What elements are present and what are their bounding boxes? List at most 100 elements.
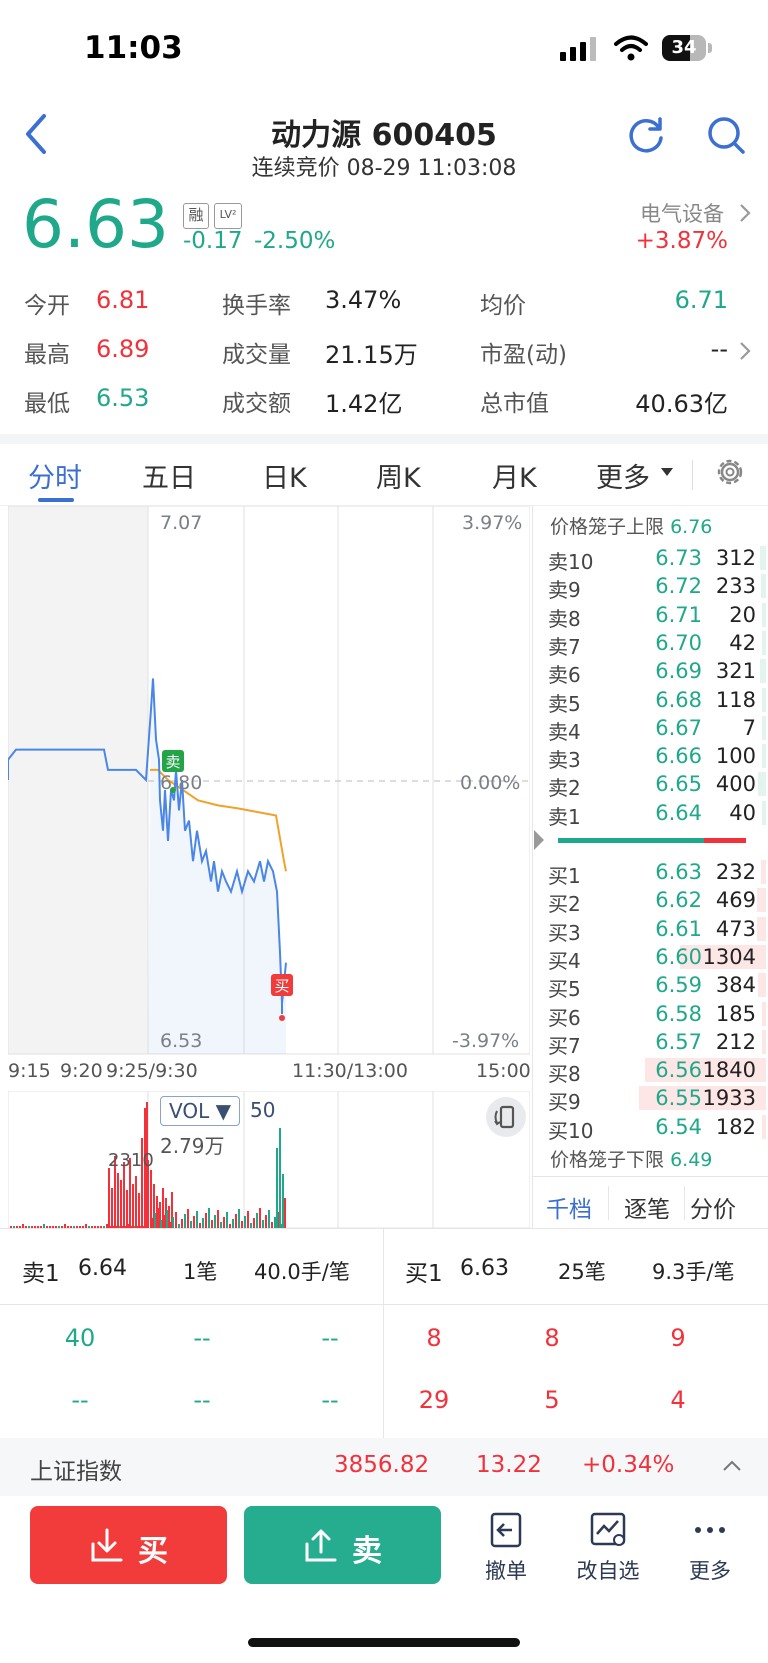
bid-row[interactable]: 买5 6.59 384 — [532, 971, 766, 1001]
bid-row[interactable]: 买8 6.56 1840 — [532, 1056, 766, 1086]
level-volume: 233 — [715, 574, 756, 599]
chevron-up-icon[interactable] — [722, 1458, 742, 1472]
stat-value: 1.42亿 — [325, 390, 403, 418]
stat-label: 最高 — [24, 342, 70, 368]
volume-bar — [762, 1114, 766, 1139]
edit-watchlist-button[interactable]: 改自选 — [568, 1510, 648, 1585]
stat-value: 3.47% — [325, 286, 402, 314]
level1-mid-divider — [0, 1304, 768, 1305]
level-label: 卖1 — [548, 804, 581, 829]
bid-row[interactable]: 买9 6.55 1933 — [532, 1084, 766, 1114]
search-icon[interactable] — [705, 114, 747, 156]
bid-row[interactable]: 买10 6.54 182 — [532, 1113, 766, 1143]
ask-row[interactable]: 卖4 6.67 7 — [532, 714, 766, 744]
orderbook-tab-separator — [684, 1186, 685, 1220]
gear-icon[interactable] — [712, 454, 748, 490]
volume-bar — [759, 659, 766, 684]
volume-max: 2310 — [108, 1150, 154, 1171]
time-axis-label: 9:25/9:30 — [106, 1060, 198, 1082]
ask-row[interactable]: 卖3 6.66 100 — [532, 742, 766, 773]
buy-button[interactable]: 买 — [30, 1506, 227, 1584]
level-label: 卖3 — [548, 748, 581, 773]
sell-button[interactable]: 卖 — [244, 1506, 441, 1584]
bid-row[interactable]: 买6 6.58 185 — [532, 1000, 766, 1030]
caret-down-icon[interactable] — [660, 467, 674, 477]
more-button[interactable]: 更多 — [670, 1510, 750, 1585]
level-price: 6.72 — [655, 574, 702, 599]
tab-4[interactable]: 月K — [492, 456, 537, 495]
tab-3[interactable]: 周K — [376, 456, 421, 495]
level-volume: 384 — [715, 973, 756, 998]
more-dots-icon — [695, 1527, 725, 1533]
level-volume: 185 — [715, 1001, 756, 1026]
industry-change-pct: +3.87% — [635, 228, 728, 254]
more-label: 更多 — [689, 1559, 731, 1583]
level-label: 卖2 — [548, 776, 581, 801]
level-volume: 20 — [729, 602, 756, 627]
ask-bid-ratio-red — [704, 838, 746, 843]
ask-row[interactable]: 卖5 6.68 118 — [532, 686, 766, 716]
level-price: 6.55 — [655, 1086, 702, 1111]
level-price: 6.69 — [655, 659, 702, 684]
volume-indicator-select[interactable]: VOL ▼ — [160, 1096, 240, 1126]
ask-row[interactable]: 卖6 6.69 321 — [532, 657, 766, 688]
level-volume: 1304 — [702, 944, 756, 969]
expand-orderbook-icon[interactable] — [532, 828, 546, 852]
volume-bar — [762, 630, 766, 655]
level-volume: 312 — [715, 546, 756, 570]
tab-2[interactable]: 日K — [262, 456, 307, 495]
stat-value: -- — [710, 335, 728, 363]
current-price: 6.63 — [22, 186, 169, 263]
tab-5[interactable]: 更多 — [596, 456, 650, 495]
ask-row[interactable]: 卖7 6.70 42 — [532, 629, 766, 659]
tab-1[interactable]: 五日 — [142, 456, 196, 495]
buy-queue-cell: 8 — [544, 1324, 560, 1352]
bid-row[interactable]: 买3 6.61 473 — [532, 915, 766, 945]
ask-row[interactable]: 卖1 6.64 40 — [532, 799, 766, 829]
rotate-landscape-button[interactable] — [486, 1097, 526, 1137]
section-divider — [0, 434, 768, 444]
level1-center-divider — [383, 1228, 384, 1438]
orderbook-tab-2[interactable]: 分价 — [690, 1190, 736, 1224]
buy-queue-cell: 9 — [670, 1324, 686, 1352]
level-label: 卖5 — [548, 691, 581, 716]
orderbook-tab-1[interactable]: 逐笔 — [624, 1190, 670, 1224]
bid-row[interactable]: 买7 6.57 212 — [532, 1028, 766, 1058]
level1-buy-avg: 9.3手/笔 — [652, 1260, 735, 1284]
buy-queue-cell: 29 — [418, 1386, 450, 1414]
tab-0[interactable]: 分时 — [28, 456, 82, 495]
level-volume: 321 — [715, 659, 756, 684]
industry-name[interactable]: 电气设备 — [640, 198, 724, 228]
wifi-icon — [614, 35, 648, 61]
stat-label: 成交量 — [222, 342, 291, 368]
ask-row[interactable]: 卖8 6.71 20 — [532, 601, 766, 631]
tab-separator — [692, 460, 693, 490]
ask-row[interactable]: 卖10 6.73 312 — [532, 544, 766, 574]
volume-bar — [758, 973, 766, 998]
level-price: 6.63 — [655, 860, 702, 884]
bid-row[interactable]: 买1 6.63 232 — [532, 858, 766, 888]
refresh-icon[interactable] — [625, 114, 667, 156]
cancel-order-button[interactable]: 撤单 — [466, 1510, 546, 1585]
intraday-chart[interactable]: 卖买 — [8, 506, 530, 1056]
index-change-pct: +0.34% — [582, 1452, 675, 1478]
marker-label: 卖 — [165, 753, 180, 771]
ask-row[interactable]: 卖9 6.72 233 — [532, 572, 766, 602]
stat-label: 均价 — [480, 293, 526, 319]
bid-row[interactable]: 买4 6.60 1304 — [532, 943, 766, 973]
bid-row[interactable]: 买2 6.62 469 — [532, 886, 766, 916]
buy-queue-cell: 4 — [670, 1386, 686, 1414]
ask-row[interactable]: 卖2 6.65 400 — [532, 770, 766, 801]
buy-marker: 买 — [271, 974, 293, 996]
level-label: 卖6 — [548, 663, 581, 688]
level-price: 6.70 — [655, 630, 702, 655]
battery-level: 34 — [671, 37, 697, 58]
orderbook-tab-0[interactable]: 千档 — [546, 1190, 592, 1224]
level1-buy-price: 6.63 — [460, 1256, 509, 1281]
chevron-right-icon[interactable] — [738, 202, 752, 224]
chevron-right-icon[interactable] — [738, 340, 752, 362]
sell-queue-cell: -- — [321, 1324, 339, 1352]
volume-bar — [760, 574, 766, 599]
index-bar[interactable]: 上证指数 3856.82 13.22 +0.34% — [0, 1438, 768, 1496]
volume-bar — [758, 772, 766, 797]
